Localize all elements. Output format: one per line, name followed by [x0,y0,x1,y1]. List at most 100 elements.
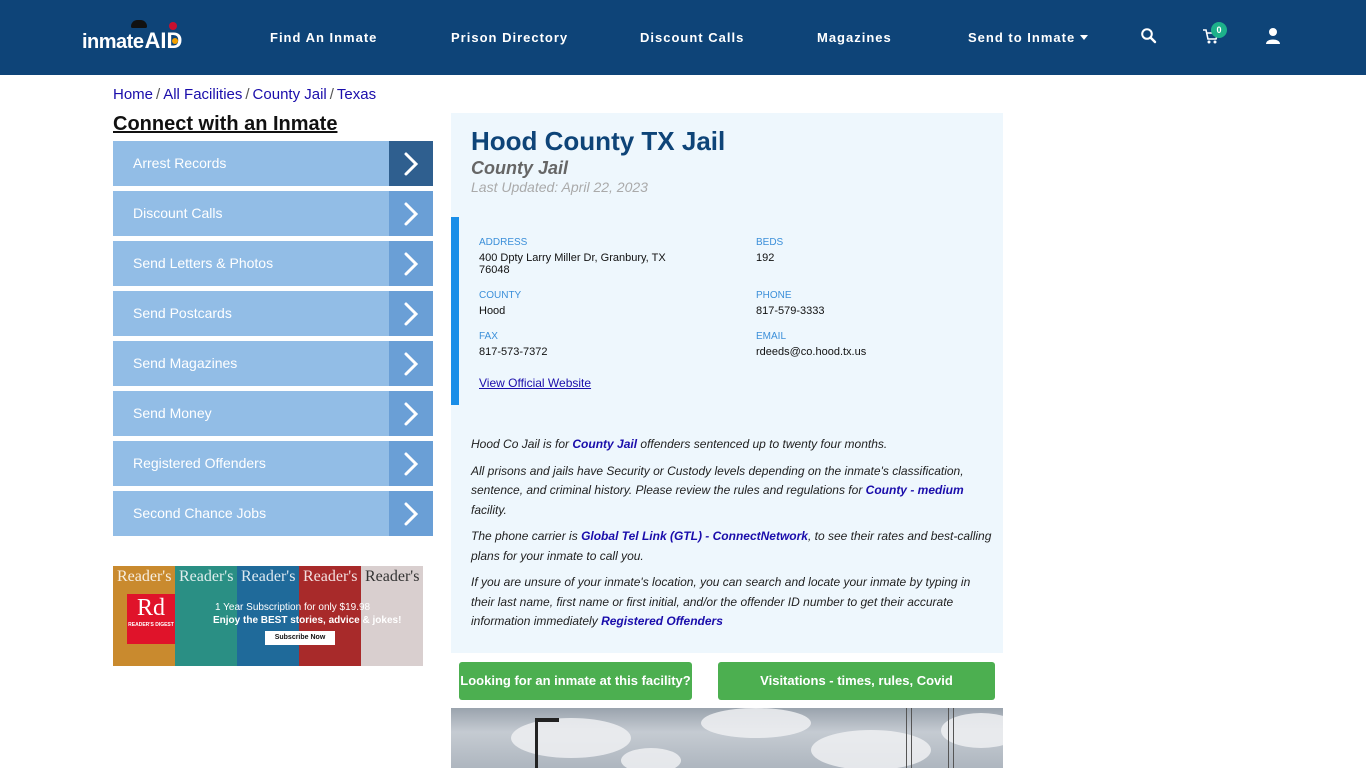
top-navbar: inmate AID Find An Inmate Prison Director… [0,0,1366,75]
text: offenders sentenced up to twenty four mo… [637,437,888,451]
facility-title: Hood County TX Jail [471,126,726,156]
description-paragraph: If you are unsure of your inmate's locat… [471,573,996,632]
magazine-masthead: Reader's [303,568,358,585]
logo-text: inmate [82,31,144,53]
magazine-masthead: Reader's [241,568,296,585]
magazine-masthead: Reader's [179,568,234,585]
sidebar-item-send-magazines[interactable]: Send Magazines [113,341,433,386]
chevron-right-icon [389,241,433,286]
ad-tagline: Enjoy the BEST stories, advice & jokes! [213,615,402,626]
light-pole [535,718,538,768]
registered-offenders-link[interactable]: Registered Offenders [601,614,723,628]
chevron-right-icon [389,441,433,486]
sidebar-title: Connect with an Inmate [113,113,338,135]
county-label: County [479,290,522,301]
chevron-right-icon [389,391,433,436]
logo-decoration-icon [172,38,178,44]
sidebar-item-send-money[interactable]: Send Money [113,391,433,436]
breadcrumb-county-jail[interactable]: County Jail [253,86,327,103]
text: The phone carrier is [471,529,582,543]
chevron-right-icon [389,341,433,386]
description-paragraph: All prisons and jails have Security or C… [471,462,996,521]
phone-field: Phone 817-579-3333 [756,290,956,317]
chevron-right-icon [389,491,433,536]
facility-photo [451,708,1003,768]
logo-decoration-icon [169,22,177,30]
facility-description: Hood Co Jail is for County Jail offender… [471,435,996,639]
breadcrumb-texas[interactable]: Texas [337,86,376,103]
nav-find-an-inmate[interactable]: Find An Inmate [270,30,377,45]
email-value[interactable]: rdeeds@co.hood.tx.us [756,346,956,358]
sidebar-item-label: Registered Offenders [113,441,389,486]
chevron-right-icon [389,191,433,236]
description-paragraph: The phone carrier is Global Tel Link (GT… [471,527,996,566]
nav-send-to-inmate[interactable]: Send to Inmate [968,30,1089,45]
sidebar-item-label: Send Magazines [113,341,389,386]
visitation-button[interactable]: Visitations - times, rules, Covid cancel… [718,662,995,726]
radio-tower [948,708,954,768]
magazine-masthead: Reader's [117,568,172,585]
security-level-link[interactable]: County - medium [866,483,964,497]
sidebar-item-discount-calls[interactable]: Discount Calls [113,191,433,236]
sidebar-item-send-postcards[interactable]: Send Postcards [113,291,433,336]
sidebar-item-registered-offenders[interactable]: Registered Offenders [113,441,433,486]
logo-name: READER'S DIGEST [128,622,174,628]
sidebar-item-label: Send Postcards [113,291,389,336]
sidebar-item-second-chance-jobs[interactable]: Second Chance Jobs [113,491,433,536]
sidebar-item-arrest-records[interactable]: Arrest Records [113,141,433,186]
phone-label: Phone [756,290,792,301]
address-field: Address 400 Dpty Larry Miller Dr, Granbu… [479,237,679,276]
sidebar-item-label: Second Chance Jobs [113,491,389,536]
subscribe-now-button[interactable]: Subscribe Now [265,631,335,645]
sidebar-item-send-letters-photos[interactable]: Send Letters & Photos [113,241,433,286]
breadcrumb-separator: / [156,86,161,103]
address-label: Address [479,237,528,248]
caret-down-icon [1080,35,1089,40]
breadcrumb-home[interactable]: Home [113,86,153,103]
nav-magazines[interactable]: Magazines [817,30,892,45]
chevron-right-icon [389,141,433,186]
sidebar-item-label: Send Letters & Photos [113,241,389,286]
readers-digest-ad-banner[interactable]: Reader's Reader's Reader's Reader's Read… [113,566,423,666]
last-updated: Last Updated: April 22, 2023 [471,179,648,195]
nav-send-to-inmate-label: Send to Inmate [968,30,1076,45]
sidebar-item-label: Arrest Records [113,141,389,186]
light-lamp [537,718,559,722]
search-icon[interactable] [1140,27,1158,45]
text: Hood Co Jail is for [471,437,573,451]
beds-field: Beds 192 [756,237,956,264]
sidebar-item-label: Send Money [113,391,389,436]
radio-tower [906,708,912,768]
magazine-masthead: Reader's [365,568,420,585]
text: facility. [471,502,507,517]
cart-count-badge: 0 [1211,22,1227,38]
sidebar-item-label: Discount Calls [113,191,389,236]
inmateaid-logo[interactable]: inmate AID [82,20,182,54]
fax-field: Fax 817-573-7372 [479,331,679,358]
email-label: Email [756,331,787,342]
email-field: Email rdeeds@co.hood.tx.us [756,331,956,358]
sidebar-menu: Arrest Records Discount Calls Send Lette… [113,141,433,541]
fax-value: 817-573-7372 [479,346,548,358]
breadcrumb: Home / All Facilities / County Jail / Texas [113,86,376,103]
county-value: Hood [479,305,506,317]
phone-carrier-link[interactable]: Global Tel Link (GTL) - ConnectNetwork [581,529,808,543]
readers-digest-logo: Rd READER'S DIGEST [127,594,175,644]
beds-label: Beds [756,237,784,248]
chevron-right-icon [389,291,433,336]
view-official-website-link[interactable]: View Official Website [479,376,591,390]
fax-label: Fax [479,331,498,342]
cloud-shape [811,730,931,768]
facility-info-box: Address 400 Dpty Larry Miller Dr, Granbu… [451,217,1003,405]
breadcrumb-separator: / [329,86,334,103]
nav-discount-calls[interactable]: Discount Calls [640,30,744,45]
beds-value: 192 [756,252,775,264]
county-jail-link[interactable]: County Jail [572,437,637,451]
find-inmate-button[interactable]: Looking for an inmate at this facility? [459,662,692,700]
nav-prison-directory[interactable]: Prison Directory [451,30,568,45]
address-value: 400 Dpty Larry Miller Dr, Granbury, TX 7… [479,252,666,276]
breadcrumb-all-facilities[interactable]: All Facilities [163,86,242,103]
user-icon[interactable] [1264,27,1282,45]
county-field: County Hood [479,290,679,317]
breadcrumb-separator: / [245,86,250,103]
